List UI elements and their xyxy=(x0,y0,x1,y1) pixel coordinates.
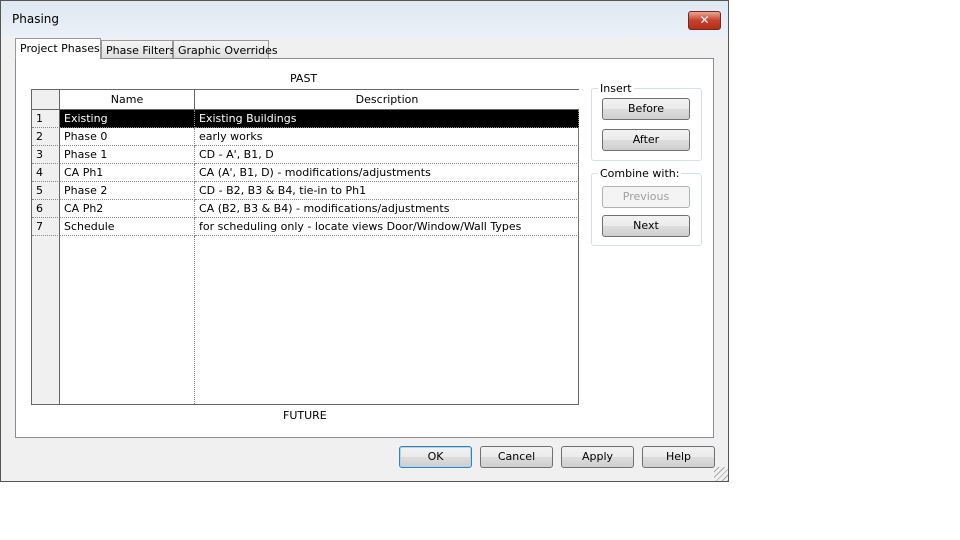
ok-button[interactable]: OK xyxy=(399,446,472,468)
window-title: Phasing xyxy=(12,12,60,26)
phase-description-cell[interactable]: for scheduling only - locate views Door/… xyxy=(195,218,579,236)
phase-name-cell[interactable]: Schedule xyxy=(60,218,195,236)
phase-description-cell[interactable]: Existing Buildings xyxy=(195,110,579,128)
column-header-description[interactable]: Description xyxy=(195,90,579,110)
phase-description-cell[interactable]: early works xyxy=(195,128,579,146)
row-number[interactable]: 2 xyxy=(32,128,60,146)
past-label: PAST xyxy=(290,72,318,85)
row-number[interactable]: 7 xyxy=(32,218,60,236)
name-column-fill xyxy=(60,236,195,404)
insert-group-label: Insert xyxy=(598,82,634,95)
close-button[interactable]: ✕ xyxy=(688,11,721,30)
phase-name-cell[interactable]: Existing xyxy=(60,110,195,128)
title-bar[interactable]: Phasing ✕ xyxy=(1,1,728,37)
help-button[interactable]: Help xyxy=(642,446,715,468)
insert-before-button[interactable]: Before xyxy=(602,98,690,120)
row-number[interactable]: 5 xyxy=(32,182,60,200)
row-number[interactable]: 6 xyxy=(32,200,60,218)
phases-table: Name Description 1 Existing Existing Build… xyxy=(31,89,579,405)
phase-description-cell[interactable]: CD - B2, B3 & B4, tie-in to Ph1 xyxy=(195,182,579,200)
phase-name-cell[interactable]: Phase 0 xyxy=(60,128,195,146)
row-header-fill xyxy=(32,236,60,404)
column-header-name[interactable]: Name xyxy=(60,90,195,110)
row-number[interactable]: 1 xyxy=(32,110,60,128)
phase-description-cell[interactable]: CA (A', B1, D) - modifications/adjustmen… xyxy=(195,164,579,182)
combine-previous-button[interactable]: Previous xyxy=(602,186,690,208)
phase-name-cell[interactable]: CA Ph1 xyxy=(60,164,195,182)
apply-button[interactable]: Apply xyxy=(561,446,634,468)
phase-name-cell[interactable]: Phase 2 xyxy=(60,182,195,200)
resize-grip-icon[interactable] xyxy=(714,467,728,481)
phase-description-cell[interactable]: CD - A', B1, D xyxy=(195,146,579,164)
tab-phase-filters[interactable]: Phase Filters xyxy=(101,40,175,59)
phase-description-cell[interactable]: CA (B2, B3 & B4) - modifications/adjustm… xyxy=(195,200,579,218)
insert-after-button[interactable]: After xyxy=(602,129,690,151)
close-icon: ✕ xyxy=(699,13,710,27)
phase-name-cell[interactable]: Phase 1 xyxy=(60,146,195,164)
row-number[interactable]: 3 xyxy=(32,146,60,164)
tab-graphic-overrides[interactable]: Graphic Overrides xyxy=(173,40,278,59)
phase-name-cell[interactable]: CA Ph2 xyxy=(60,200,195,218)
cancel-button[interactable]: Cancel xyxy=(480,446,553,468)
tab-project-phases[interactable]: Project Phases xyxy=(15,38,101,59)
future-label: FUTURE xyxy=(283,409,327,422)
corner-header xyxy=(32,90,60,110)
phasing-dialog: Phasing ✕ Project Phases Phase Filters G… xyxy=(0,0,729,482)
combine-group-label: Combine with: xyxy=(598,167,682,180)
combine-next-button[interactable]: Next xyxy=(602,215,690,237)
row-number[interactable]: 4 xyxy=(32,164,60,182)
